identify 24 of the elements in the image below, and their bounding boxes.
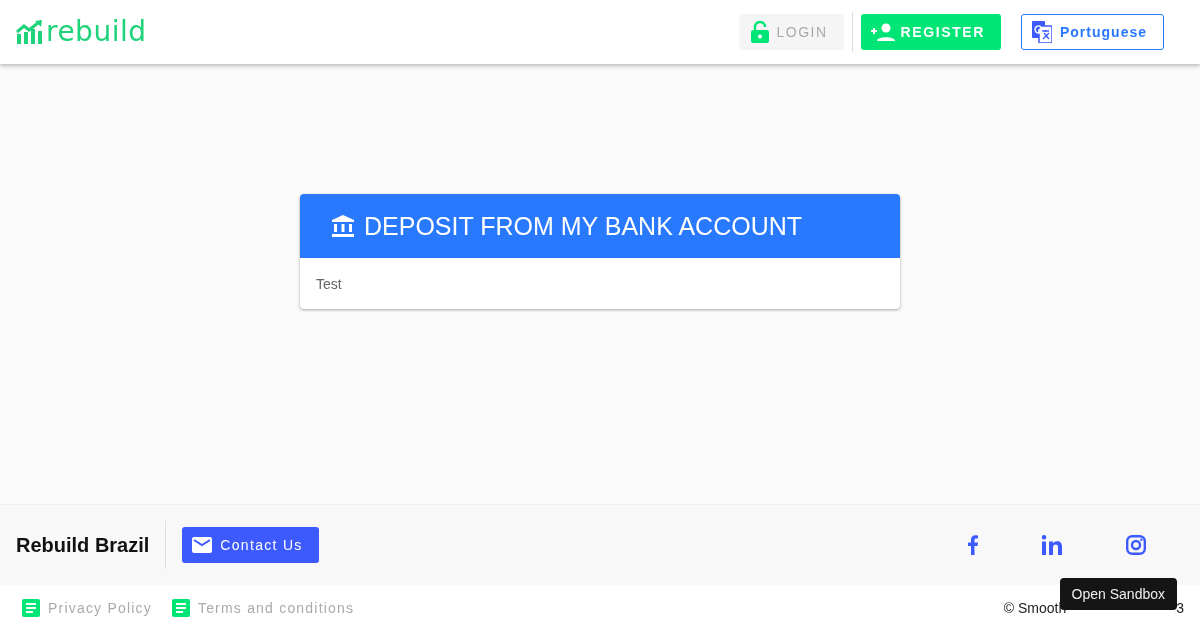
footer-link[interactable]: Terms and conditions — [171, 598, 355, 617]
card-title: DEPOSIT FROM MY BANK ACCOUNT — [364, 211, 803, 241]
bank-icon — [332, 215, 354, 237]
translate-icon — [1032, 21, 1052, 43]
facebook-link[interactable] — [968, 535, 978, 555]
footer-brand: Rebuild Brazil — [16, 521, 167, 569]
lock-icon — [750, 21, 769, 43]
document-icon — [22, 598, 40, 617]
instagram-link[interactable] — [1126, 535, 1146, 555]
card-text: Test — [315, 275, 343, 294]
footer-link[interactable]: Privacy Policy — [22, 598, 152, 617]
linkedin-icon — [1042, 535, 1062, 555]
logo-chart-icon — [16, 20, 44, 44]
instagram-icon — [1126, 535, 1146, 555]
add-person-icon — [870, 23, 895, 41]
language-button[interactable]: Portuguese — [1021, 14, 1164, 50]
copyright-text: 3 — [1176, 599, 1184, 616]
document-icon — [171, 598, 190, 617]
mail-icon — [192, 537, 213, 553]
logo-wordmark: rebuild — [46, 18, 147, 46]
linkedin-link[interactable] — [1042, 535, 1062, 555]
register-button[interactable]: REGISTER — [860, 14, 1001, 50]
contact-button[interactable]: Contact Us — [182, 527, 319, 563]
facebook-icon — [968, 535, 978, 555]
